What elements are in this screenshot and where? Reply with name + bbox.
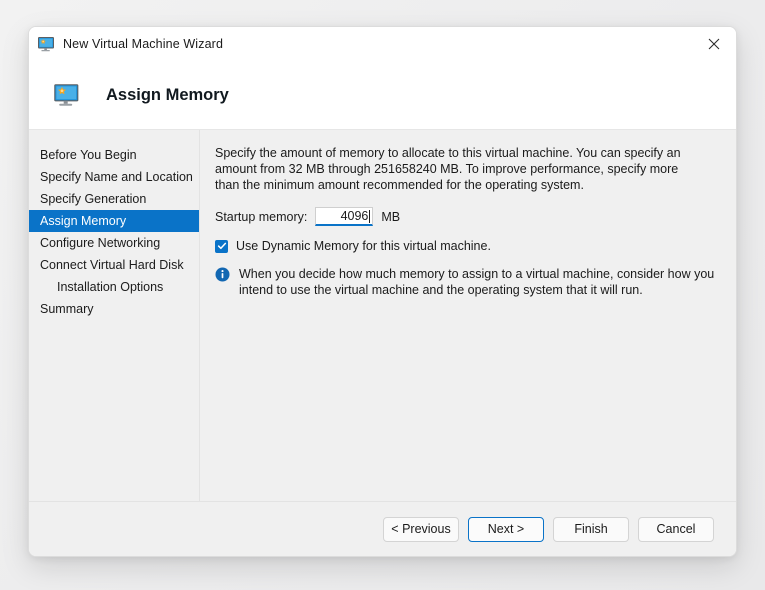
next-button[interactable]: Next > [468, 516, 544, 542]
previous-button[interactable]: < Previous [383, 516, 459, 542]
sidebar-item-summary[interactable]: Summary [29, 298, 199, 320]
page-title: Assign Memory [106, 85, 229, 104]
content-pane: Specify the amount of memory to allocate… [200, 130, 736, 501]
finish-button[interactable]: Finish [553, 516, 629, 542]
sidebar-item-specify-generation[interactable]: Specify Generation [29, 188, 199, 210]
startup-memory-input[interactable]: 4096 [315, 207, 374, 227]
sidebar-item-installation-options[interactable]: Installation Options [29, 276, 199, 298]
cancel-button[interactable]: Cancel [638, 516, 714, 542]
sidebar-item-configure-networking[interactable]: Configure Networking [29, 232, 199, 254]
memory-unit-label: MB [381, 209, 401, 224]
title-bar: New Virtual Machine Wizard [29, 27, 736, 61]
new-virtual-machine-wizard-window: New Virtual Machine Wizard Assign Memory… [28, 26, 737, 557]
close-button[interactable] [691, 27, 736, 61]
info-note-text: When you decide how much memory to assig… [239, 266, 715, 297]
sidebar-item-before-you-begin[interactable]: Before You Begin [29, 144, 199, 166]
text-caret [369, 209, 371, 223]
startup-memory-value: 4096 [340, 209, 369, 224]
wizard-footer: < Previous Next > Finish Cancel [29, 501, 736, 556]
window-title: New Virtual Machine Wizard [63, 37, 224, 51]
startup-memory-row: Startup memory: 4096 MB [215, 206, 720, 228]
sidebar-item-specify-name-and-location[interactable]: Specify Name and Location [29, 166, 199, 188]
startup-memory-label: Startup memory: [215, 209, 308, 224]
sidebar-item-connect-virtual-hard-disk[interactable]: Connect Virtual Hard Disk [29, 254, 199, 276]
info-note: When you decide how much memory to assig… [215, 266, 715, 298]
dynamic-memory-checkbox[interactable] [215, 239, 228, 253]
checkmark-icon [217, 242, 226, 250]
page-header: Assign Memory [29, 61, 736, 130]
sidebar-item-assign-memory[interactable]: Assign Memory [29, 210, 199, 232]
info-icon [215, 267, 230, 282]
wizard-steps-sidebar: Before You Begin Specify Name and Locati… [29, 130, 200, 501]
virtual-machine-monitor-icon [54, 83, 80, 107]
wizard-body: Before You Begin Specify Name and Locati… [29, 130, 736, 501]
intro-paragraph: Specify the amount of memory to allocate… [215, 146, 681, 193]
dynamic-memory-label: Use Dynamic Memory for this virtual mach… [236, 238, 491, 253]
close-icon [708, 38, 719, 50]
dynamic-memory-row[interactable]: Use Dynamic Memory for this virtual mach… [215, 239, 720, 254]
virtual-machine-monitor-icon [38, 36, 55, 52]
